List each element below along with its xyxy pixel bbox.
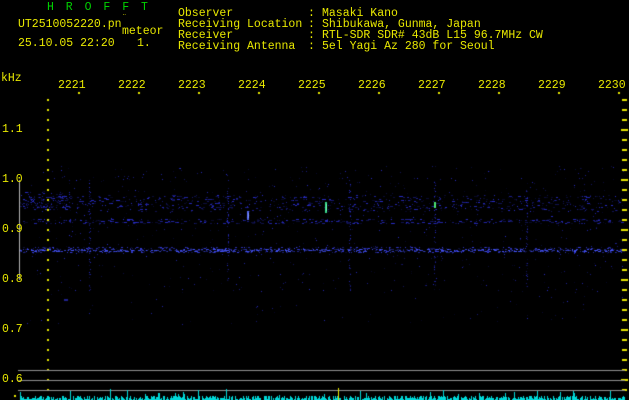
time-label: 2224 xyxy=(238,79,266,92)
filename-clipped-glyph: ¨ xyxy=(122,14,127,23)
time-label: 2225 xyxy=(298,79,326,92)
app-title: H R O F F T xyxy=(47,1,151,14)
time-label: 2230 xyxy=(598,79,626,92)
info-value: 5el Yagi Az 280 for Seoul xyxy=(322,40,495,53)
freq-label: 0.9 xyxy=(2,223,23,236)
image-counter: 1. xyxy=(137,37,151,50)
freq-label: 1.1 xyxy=(2,123,23,136)
freq-label: 0.6 xyxy=(2,373,23,386)
observation-datetime: 25.10.05 22:20 xyxy=(18,37,115,50)
info-colon: : xyxy=(308,40,315,53)
info-label: Receiving Antenna xyxy=(178,40,296,53)
time-label: 2229 xyxy=(538,79,566,92)
freq-label: 1.0 xyxy=(2,173,23,186)
time-label: 2221 xyxy=(58,79,86,92)
freq-axis-unit: kHz xyxy=(1,72,22,85)
time-label: 2223 xyxy=(178,79,206,92)
freq-label: 0.8 xyxy=(2,273,23,286)
time-label: 2228 xyxy=(478,79,506,92)
time-label: 2226 xyxy=(358,79,386,92)
time-label: 2227 xyxy=(418,79,446,92)
time-label: 2222 xyxy=(118,79,146,92)
output-filename: UT2510052220.pn xyxy=(18,18,122,31)
spectrogram-canvas xyxy=(0,0,629,400)
hrofft-window: H R O F F T UT2510052220.pn ¨ meteor 25.… xyxy=(0,0,629,400)
freq-label: 0.7 xyxy=(2,323,23,336)
